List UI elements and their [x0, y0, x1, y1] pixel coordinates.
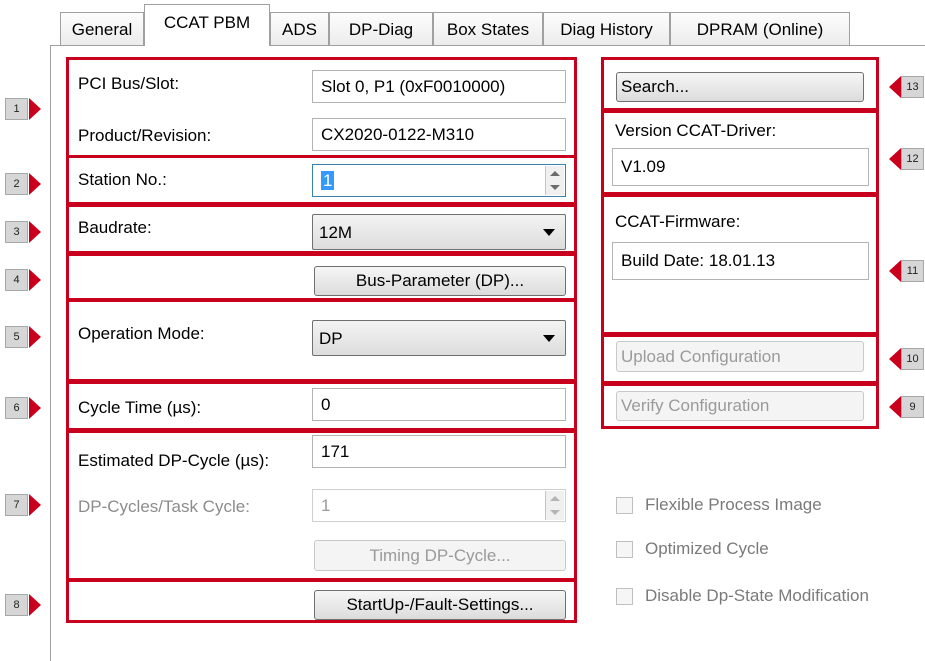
- version-ccat-driver-field[interactable]: V1.09: [612, 148, 869, 186]
- arrow-right-icon: [29, 269, 41, 291]
- timing-dp-cycle-button[interactable]: Timing DP-Cycle...: [314, 540, 566, 571]
- tab-dp-diag[interactable]: DP-Diag: [329, 12, 433, 45]
- marker-7: 7: [5, 494, 28, 516]
- spin-up-icon[interactable]: [550, 171, 560, 176]
- verify-configuration-button[interactable]: Verify Configuration: [616, 391, 864, 421]
- station-no-stepper[interactable]: 1: [312, 164, 566, 197]
- tab-ccat-pbm[interactable]: CCAT PBM: [144, 4, 270, 46]
- baudrate-value: 12M: [319, 223, 353, 242]
- station-no-value: 1: [321, 171, 335, 190]
- dp-cycles-task-cycle-label: DP-Cycles/Task Cycle:: [78, 497, 250, 516]
- arrow-right-icon: [29, 173, 41, 195]
- marker-12: 12: [901, 148, 924, 170]
- dp-cycles-task-cycle-value: 1: [321, 496, 331, 515]
- flexible-process-image-label: Flexible Process Image: [645, 495, 822, 514]
- startup-fault-settings-button[interactable]: StartUp-/Fault-Settings...: [314, 590, 566, 620]
- bus-parameter-button[interactable]: Bus-Parameter (DP)...: [314, 266, 566, 296]
- baudrate-label: Baudrate:: [78, 218, 152, 237]
- product-revision-label: Product/Revision:: [78, 126, 212, 145]
- arrow-left-icon: [889, 148, 901, 170]
- cycle-time-label: Cycle Time (µs):: [78, 398, 202, 417]
- optimized-cycle-checkbox[interactable]: [616, 541, 633, 558]
- marker-2: 2: [5, 173, 28, 195]
- cycle-time-field[interactable]: 0: [312, 388, 566, 421]
- marker-1: 1: [5, 98, 28, 120]
- operation-mode-value: DP: [319, 329, 343, 348]
- dp-cycles-task-cycle-stepper[interactable]: 1: [312, 489, 566, 522]
- estimated-dp-cycle-label: Estimated DP-Cycle (µs):: [78, 451, 270, 470]
- ccat-firmware-label: CCAT-Firmware:: [615, 212, 741, 231]
- tab-diag-history[interactable]: Diag History: [543, 12, 670, 45]
- operation-mode-select[interactable]: DP: [312, 320, 566, 356]
- disable-dp-state-modification-label: Disable Dp-State Modification: [645, 586, 869, 605]
- spin-up-icon[interactable]: [550, 496, 560, 501]
- marker-11: 11: [901, 260, 924, 282]
- tab-box-states[interactable]: Box States: [433, 12, 543, 45]
- arrow-left-icon: [889, 348, 901, 370]
- marker-4: 4: [5, 269, 28, 291]
- marker-13: 13: [901, 76, 924, 98]
- dp-cycles-spin[interactable]: [545, 491, 564, 520]
- upload-configuration-button[interactable]: Upload Configuration: [616, 341, 864, 372]
- arrow-right-icon: [29, 326, 41, 348]
- tab-general[interactable]: General: [60, 12, 144, 45]
- arrow-right-icon: [29, 594, 41, 616]
- marker-9: 9: [901, 396, 924, 418]
- marker-8: 8: [5, 594, 28, 616]
- station-no-spin[interactable]: [545, 166, 564, 195]
- search-button[interactable]: Search...: [616, 72, 864, 102]
- chevron-down-icon: [543, 335, 555, 342]
- arrow-left-icon: [889, 76, 901, 98]
- spin-down-icon[interactable]: [550, 185, 560, 190]
- marker-6: 6: [5, 397, 28, 419]
- arrow-right-icon: [29, 494, 41, 516]
- disable-dp-state-modification-checkbox[interactable]: [616, 588, 633, 605]
- marker-10: 10: [901, 348, 924, 370]
- ccat-firmware-field[interactable]: Build Date: 18.01.13: [612, 242, 869, 280]
- pci-bus-slot-field[interactable]: Slot 0, P1 (0xF0010000): [312, 70, 566, 103]
- panel-left-border: [50, 46, 51, 661]
- arrow-right-icon: [29, 221, 41, 243]
- pci-bus-slot-label: PCI Bus/Slot:: [78, 74, 180, 93]
- baudrate-select[interactable]: 12M: [312, 214, 566, 250]
- arrow-right-icon: [29, 98, 41, 120]
- marker-3: 3: [5, 221, 28, 243]
- tab-dpram-online[interactable]: DPRAM (Online): [670, 12, 850, 45]
- operation-mode-label: Operation Mode:: [78, 324, 205, 343]
- arrow-right-icon: [29, 397, 41, 419]
- arrow-left-icon: [889, 396, 901, 418]
- spin-down-icon[interactable]: [550, 510, 560, 515]
- optimized-cycle-label: Optimized Cycle: [645, 539, 769, 558]
- product-revision-field[interactable]: CX2020-0122-M310: [312, 118, 566, 151]
- version-ccat-driver-label: Version CCAT-Driver:: [615, 121, 777, 140]
- arrow-left-icon: [889, 260, 901, 282]
- tab-ads[interactable]: ADS: [270, 12, 329, 45]
- marker-5: 5: [5, 326, 28, 348]
- tab-bar: General CCAT PBM ADS DP-Diag Box States …: [50, 0, 925, 46]
- station-no-label: Station No.:: [78, 170, 167, 189]
- estimated-dp-cycle-field[interactable]: 171: [312, 435, 566, 468]
- chevron-down-icon: [543, 229, 555, 236]
- flexible-process-image-checkbox[interactable]: [616, 497, 633, 514]
